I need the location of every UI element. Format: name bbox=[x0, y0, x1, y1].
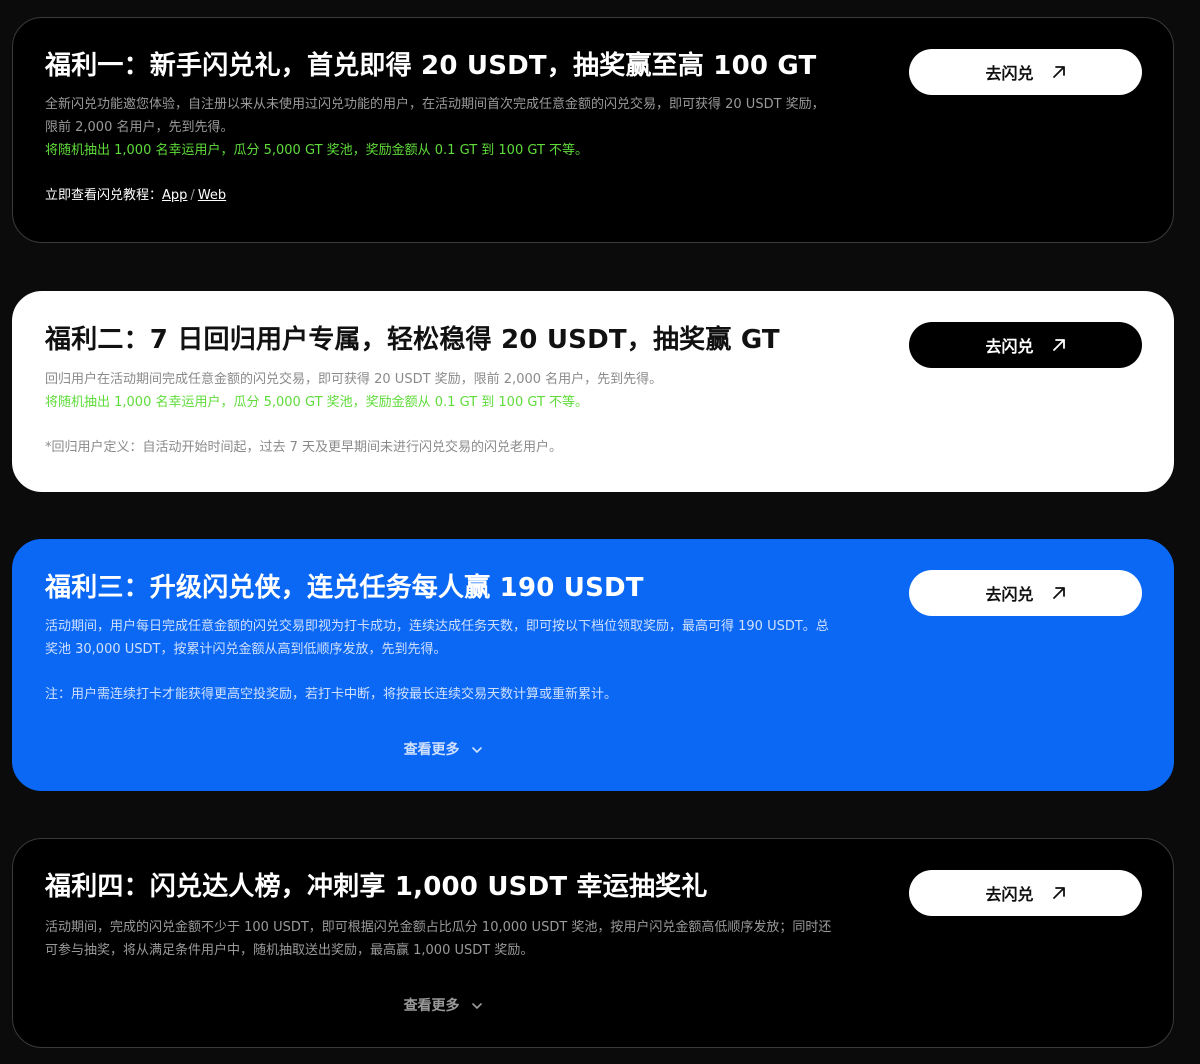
view-more-label: 查看更多 bbox=[403, 998, 460, 1014]
tutorial-app-link[interactable]: App bbox=[162, 188, 187, 203]
view-more-label: 查看更多 bbox=[403, 742, 460, 758]
benefit-description: 回归用户在活动期间完成任意金额的闪兑交易，即可获得 20 USDT 奖励，限前 … bbox=[45, 372, 663, 387]
benefit-description: 活动期间，用户每日完成任意金额的闪兑交易即视为打卡成功，连续达成任务天数，即可按… bbox=[45, 619, 829, 657]
arrow-up-right-icon bbox=[1052, 587, 1065, 599]
checkin-note: 注：用户需连续打卡才能获得更高空投奖励，若打卡中断，将按最长连续交易天数计算或重… bbox=[45, 687, 618, 702]
go-swap-label: 去闪兑 bbox=[985, 337, 1034, 356]
tutorial-links: 立即查看闪兑教程：App / Web bbox=[45, 186, 1141, 206]
chevron-down-icon bbox=[472, 746, 483, 753]
returning-user-note: *回归用户定义：自活动开始时间起，过去 7 天及更早期间未进行闪兑交易的闪兑老用… bbox=[45, 440, 563, 455]
benefit-card-1: 福利一：新手闪兑礼，首兑即得 20 USDT，抽奖赢至高 100 GT 全新闪兑… bbox=[12, 17, 1174, 243]
chevron-down-icon bbox=[472, 1002, 483, 1009]
benefit-description: 全新闪兑功能邀您体验，自注册以来从未使用过闪兑功能的用户，在活动期间首次完成任意… bbox=[45, 97, 825, 135]
arrow-up-right-icon bbox=[1052, 339, 1065, 351]
go-swap-button[interactable]: 去闪兑 bbox=[909, 570, 1142, 616]
go-swap-label: 去闪兑 bbox=[985, 64, 1034, 83]
view-more-button[interactable]: 查看更多 bbox=[13, 995, 873, 1015]
go-swap-button[interactable]: 去闪兑 bbox=[909, 870, 1142, 916]
page: 福利一：新手闪兑礼，首兑即得 20 USDT，抽奖赢至高 100 GT 全新闪兑… bbox=[0, 0, 1200, 1064]
tutorial-separator: / bbox=[190, 188, 195, 203]
go-swap-label: 去闪兑 bbox=[985, 885, 1034, 904]
tutorial-web-link[interactable]: Web bbox=[198, 188, 226, 203]
benefit-card-3: 福利三：升级闪兑侠，连兑任务每人赢 190 USDT 活动期间，用户每日完成任意… bbox=[12, 539, 1174, 791]
benefit-description: 活动期间，完成的闪兑金额不少于 100 USDT，即可根据闪兑金额占比瓜分 10… bbox=[45, 920, 832, 958]
go-swap-button[interactable]: 去闪兑 bbox=[909, 49, 1142, 95]
view-more-button[interactable]: 查看更多 bbox=[13, 739, 873, 759]
benefit-card-2: 福利二：7 日回归用户专属，轻松稳得 20 USDT，抽奖赢 GT 回归用户在活… bbox=[12, 291, 1174, 492]
arrow-up-right-icon bbox=[1052, 887, 1065, 899]
arrow-up-right-icon bbox=[1052, 66, 1065, 78]
benefit-card-4: 福利四：闪兑达人榜，冲刺享 1,000 USDT 幸运抽奖礼 活动期间，完成的闪… bbox=[12, 838, 1174, 1048]
lottery-highlight: 将随机抽出 1,000 名幸运用户，瓜分 5,000 GT 奖池，奖励金额从 0… bbox=[45, 143, 589, 158]
tutorial-label: 立即查看闪兑教程： bbox=[45, 188, 163, 203]
go-swap-button[interactable]: 去闪兑 bbox=[909, 322, 1142, 368]
go-swap-label: 去闪兑 bbox=[985, 585, 1034, 604]
lottery-highlight: 将随机抽出 1,000 名幸运用户，瓜分 5,000 GT 奖池，奖励金额从 0… bbox=[45, 395, 589, 410]
